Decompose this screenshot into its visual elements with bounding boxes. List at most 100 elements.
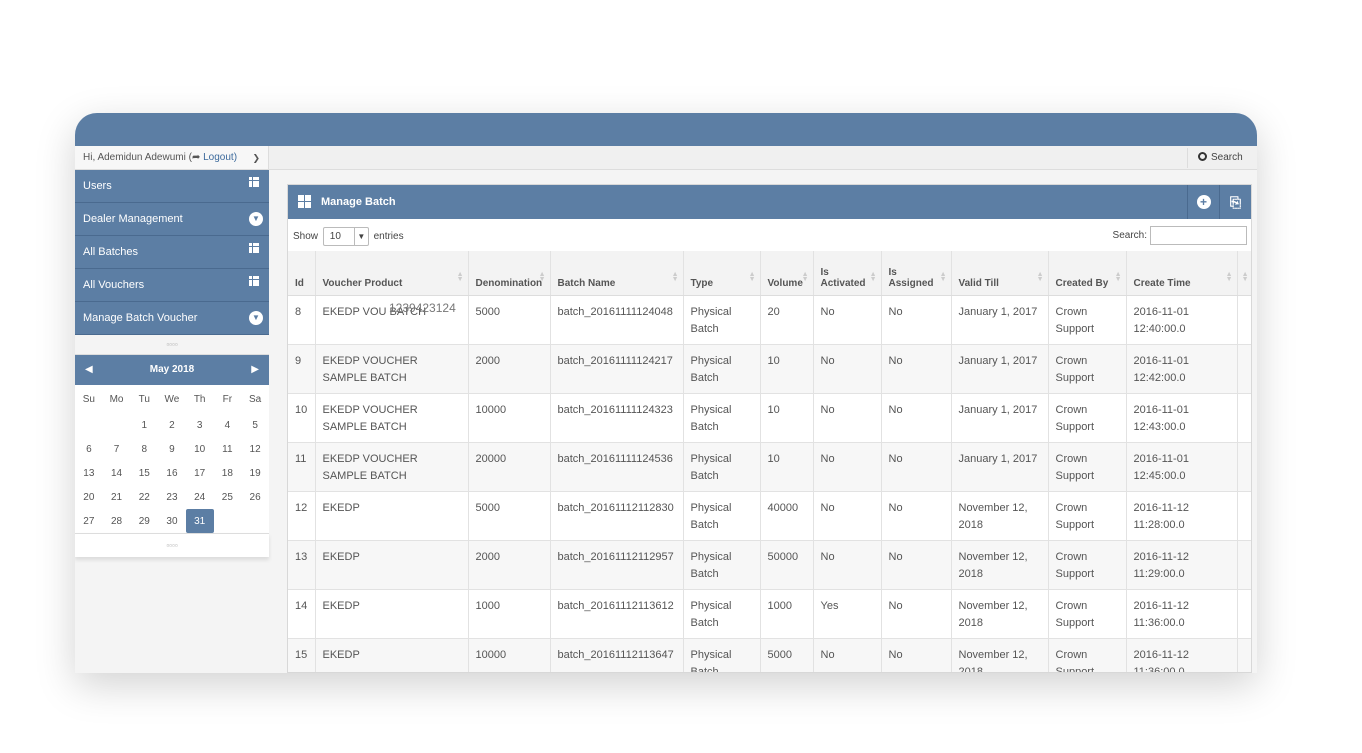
calendar-day[interactable]: 14	[103, 461, 131, 485]
calendar-day[interactable]: 2	[158, 413, 186, 437]
table-cell: November 12, 2018	[951, 540, 1049, 590]
calendar-day[interactable]: 26	[241, 485, 269, 509]
column-header[interactable]: Voucher Product ▲ ▼	[315, 251, 469, 296]
table-row[interactable]: 9 EKEDP VOUCHER SAMPLE BATCH 2000 batch_201…	[288, 344, 1251, 394]
chevron-circle-icon: ▼	[249, 311, 263, 325]
search-strip: Search	[269, 146, 1257, 170]
table-cell: January 1, 2017	[951, 295, 1049, 345]
entries-select[interactable]: 10 ▼	[322, 227, 369, 246]
table-cell: November 12, 2018	[951, 589, 1049, 639]
column-header-label: Batch Name	[557, 277, 616, 289]
calendar-day[interactable]: 24	[186, 485, 214, 509]
calendar-weekday: Tu	[138, 393, 150, 405]
calendar-day[interactable]: 20	[75, 485, 103, 509]
table-row[interactable]: 14 EKEDP 1000 batch_20161112113612 Physical …	[288, 589, 1251, 639]
calendar-day[interactable]: 30	[158, 509, 186, 533]
calendar-day[interactable]: 9	[158, 437, 186, 461]
column-header[interactable]: Valid Till ▲ ▼	[951, 251, 1049, 296]
table-cell: No	[813, 295, 882, 345]
calendar-day[interactable]: 3	[186, 413, 214, 437]
calendar-day[interactable]: 19	[241, 461, 269, 485]
dashboard-tiles-icon	[298, 195, 311, 208]
search-button-label: Search	[1211, 152, 1243, 163]
sidebar-item-dealer-management[interactable]: Dealer Management ▼	[75, 203, 269, 236]
column-header[interactable]: Is Assigned ▲ ▼	[881, 251, 952, 296]
calendar-day[interactable]: 12	[241, 437, 269, 461]
calendar-day[interactable]: 16	[158, 461, 186, 485]
table-row[interactable]: 12 EKEDP 5000 batch_20161112112830 Physical …	[288, 491, 1251, 541]
calendar-day[interactable]: 13	[75, 461, 103, 485]
calendar-day[interactable]: 23	[158, 485, 186, 509]
column-header[interactable]: Batch Name ▲ ▼	[550, 251, 684, 296]
calendar-day[interactable]: 27	[75, 509, 103, 533]
show-label: Show	[293, 231, 319, 243]
column-header[interactable]: Type ▲ ▼	[683, 251, 761, 296]
calendar-day[interactable]: 11	[214, 437, 242, 461]
calendar-weekday: Th	[193, 393, 206, 405]
add-batch-button[interactable]: +	[1187, 185, 1219, 219]
table-cell-empty	[1237, 638, 1251, 672]
attach-button[interactable]: ⎘	[1219, 185, 1251, 219]
table-row[interactable]: 10 EKEDP VOUCHER SAMPLE BATCH 10000 batch_2…	[288, 393, 1251, 443]
sort-arrows-icon: ▲ ▼	[1225, 270, 1233, 283]
table-cell: batch_20161112113612	[550, 589, 684, 639]
calendar-day[interactable]: 6	[75, 437, 103, 461]
sidebar-item-all-batches[interactable]: All Batches	[75, 236, 269, 269]
column-header[interactable]: Is Activated ▲ ▼	[813, 251, 882, 296]
calendar-day[interactable]: 10	[186, 437, 214, 461]
table-cell: 10000	[468, 393, 551, 443]
column-header[interactable]: Volume ▲ ▼	[760, 251, 814, 296]
calendar-day[interactable]: 25	[214, 485, 242, 509]
table-cell: Crown Support	[1048, 295, 1127, 345]
calendar-divider-handle[interactable]: ▫▫▫▫	[75, 533, 269, 557]
column-header-label: Voucher Product	[322, 277, 403, 289]
sidebar-item-all-vouchers[interactable]: All Vouchers	[75, 269, 269, 302]
search-button[interactable]: Search	[1187, 148, 1247, 168]
calendar-weekday: Sa	[248, 393, 262, 405]
table-cell: No	[813, 393, 882, 443]
table-row[interactable]: 13 EKEDP 2000 batch_20161112112957 Physical …	[288, 540, 1251, 590]
column-header[interactable]: Denomination ▲ ▼	[468, 251, 551, 296]
table-row[interactable]: 15 EKEDP 10000 batch_20161112113647 Physical…	[288, 638, 1251, 672]
calendar-day[interactable]: 22	[130, 485, 158, 509]
calendar-day[interactable]: 15	[130, 461, 158, 485]
sidebar-item-label: Dealer Management	[83, 213, 183, 225]
sidebar-divider-handle[interactable]: ▫▫▫▫	[75, 335, 269, 355]
calendar-day[interactable]: 5	[241, 413, 269, 437]
table-row[interactable]: 11 EKEDP VOUCHER SAMPLE BATCH 20000 batch_2…	[288, 442, 1251, 492]
panel-title: Manage Batch	[321, 196, 396, 208]
table-cell: No	[881, 295, 952, 345]
calendar-day[interactable]: 4	[214, 413, 242, 437]
next-month-icon[interactable]: ▶	[251, 355, 259, 385]
calendar-day[interactable]: 8	[130, 437, 158, 461]
prev-month-icon[interactable]: ◀	[85, 355, 93, 385]
table-cell: Physical Batch	[683, 638, 761, 672]
sidebar-item-users[interactable]: Users	[75, 170, 269, 203]
chevron-down-icon[interactable]: ❯	[252, 146, 260, 170]
column-header[interactable]: Create Time ▲ ▼	[1126, 251, 1238, 296]
column-header[interactable]: Created By ▲ ▼	[1048, 251, 1127, 296]
logout-link[interactable]: Logout)	[203, 152, 237, 163]
sidebar-item-manage-batch-voucher[interactable]: Manage Batch Voucher ▼	[75, 302, 269, 335]
logout-icon[interactable]: ➦	[192, 152, 200, 163]
table-cell-empty	[1237, 393, 1251, 443]
calendar-day[interactable]: 1	[130, 413, 158, 437]
calendar-day[interactable]: 21	[103, 485, 131, 509]
calendar-day[interactable]: 18	[214, 461, 242, 485]
calendar-day[interactable]: 28	[103, 509, 131, 533]
chevron-circle-icon: ▼	[249, 212, 263, 226]
calendar-day[interactable]: 17	[186, 461, 214, 485]
calendar-empty-cell	[214, 509, 242, 533]
column-header[interactable]: Id	[288, 251, 316, 296]
table-search-input[interactable]	[1150, 226, 1247, 245]
table-cell: EKEDP VOUCHER SAMPLE BATCH	[315, 442, 469, 492]
table-cell: 15	[288, 638, 316, 672]
table-cell: No	[881, 442, 952, 492]
sidebar-item-label: All Vouchers	[83, 279, 145, 291]
table-cell: January 1, 2017	[951, 442, 1049, 492]
column-header[interactable]: ▲ ▼	[1237, 251, 1251, 296]
calendar-day[interactable]: 31	[185, 509, 214, 533]
calendar-day[interactable]: 7	[103, 437, 131, 461]
calendar-day[interactable]: 29	[130, 509, 158, 533]
table-cell: 40000	[760, 491, 814, 541]
